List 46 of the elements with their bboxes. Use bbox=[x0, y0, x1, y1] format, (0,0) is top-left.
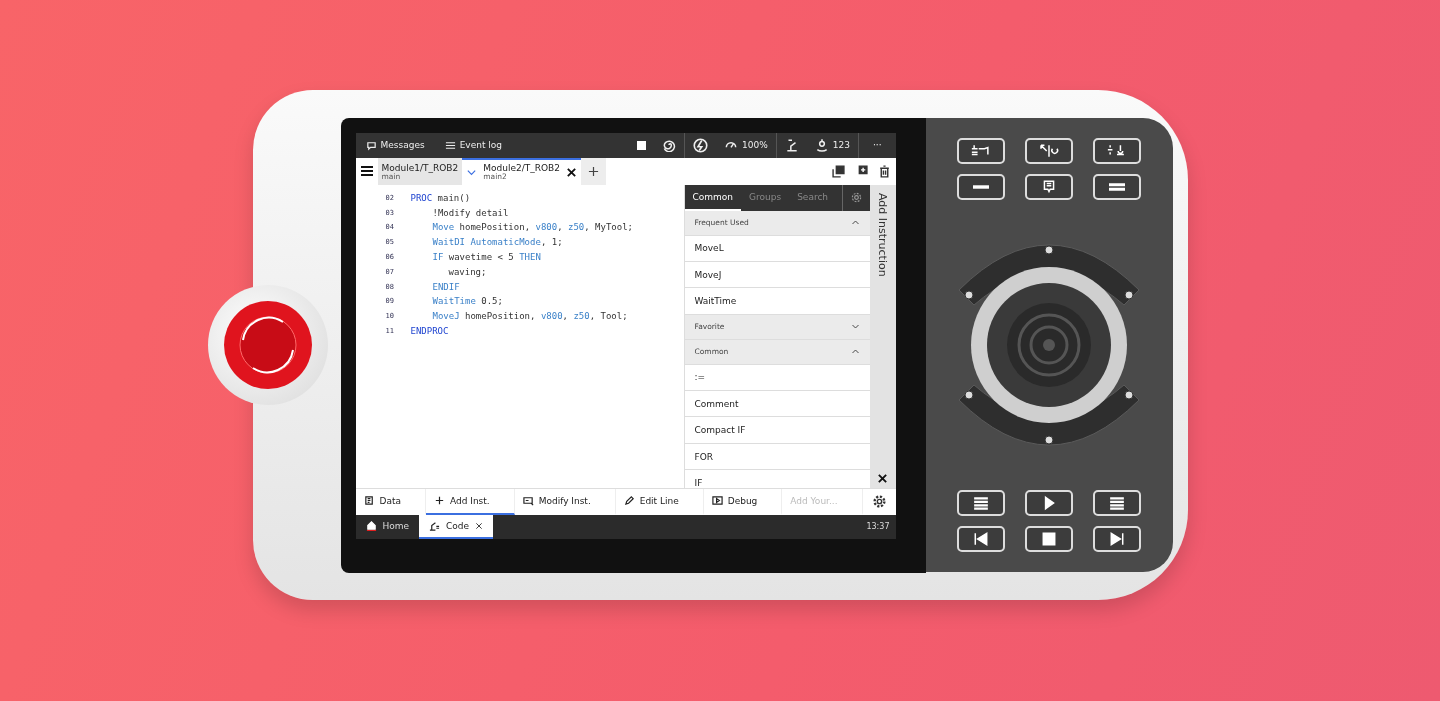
robot-arm-icon[interactable] bbox=[784, 138, 799, 152]
stop-icon[interactable] bbox=[637, 140, 646, 150]
clock: 13:37 bbox=[866, 522, 891, 531]
trash-icon[interactable] bbox=[877, 164, 891, 178]
hardware-button[interactable] bbox=[1025, 526, 1073, 552]
taskbar-app[interactable]: Home bbox=[355, 514, 420, 539]
counter-value[interactable]: 123 bbox=[832, 140, 850, 150]
hardware-button[interactable] bbox=[957, 526, 1005, 552]
target-icon bbox=[814, 138, 829, 152]
close-icon[interactable] bbox=[475, 521, 484, 530]
hardware-button[interactable] bbox=[957, 138, 1005, 164]
pencil-icon bbox=[623, 495, 635, 506]
event-log-link[interactable]: Event log bbox=[459, 140, 502, 150]
chat-icon bbox=[365, 139, 377, 151]
robot-code-icon bbox=[429, 520, 441, 531]
hardware-button[interactable] bbox=[1093, 526, 1141, 552]
lightning-icon[interactable] bbox=[693, 137, 708, 153]
close-icon[interactable] bbox=[565, 166, 577, 178]
spiral-icon[interactable] bbox=[662, 138, 676, 152]
taskbar-app[interactable]: Code bbox=[419, 514, 494, 539]
more-menu[interactable]: ··· bbox=[872, 140, 882, 150]
hardware-button[interactable] bbox=[1093, 490, 1141, 516]
panel-title: Add Instruction bbox=[876, 192, 889, 277]
hardware-button[interactable] bbox=[1025, 490, 1073, 516]
hardware-button[interactable] bbox=[1025, 138, 1073, 164]
panel-tab[interactable]: Search bbox=[789, 184, 837, 211]
hardware-button[interactable] bbox=[1093, 174, 1141, 200]
play-box-icon bbox=[711, 495, 723, 506]
messages-link[interactable]: Messages bbox=[380, 140, 425, 150]
settings-icon[interactable] bbox=[872, 495, 886, 508]
speed-value[interactable]: 100% bbox=[742, 140, 768, 150]
copy-icon[interactable] bbox=[831, 164, 845, 178]
list-icon bbox=[363, 495, 375, 506]
close-icon[interactable] bbox=[877, 472, 888, 484]
chevron-up-icon bbox=[850, 218, 860, 227]
hardware-button[interactable] bbox=[1025, 174, 1073, 200]
edit-box-icon bbox=[522, 495, 534, 506]
home-icon bbox=[365, 520, 377, 531]
plus-icon bbox=[433, 495, 445, 506]
panel-tab[interactable]: Groups bbox=[741, 184, 790, 211]
list-icon bbox=[444, 139, 456, 151]
hardware-button[interactable] bbox=[1093, 138, 1141, 164]
hardware-button[interactable] bbox=[957, 490, 1005, 516]
toolbar-button[interactable]: Add Inst. bbox=[425, 488, 515, 515]
plus-icon bbox=[587, 165, 599, 177]
hardware-button[interactable] bbox=[957, 174, 1005, 200]
